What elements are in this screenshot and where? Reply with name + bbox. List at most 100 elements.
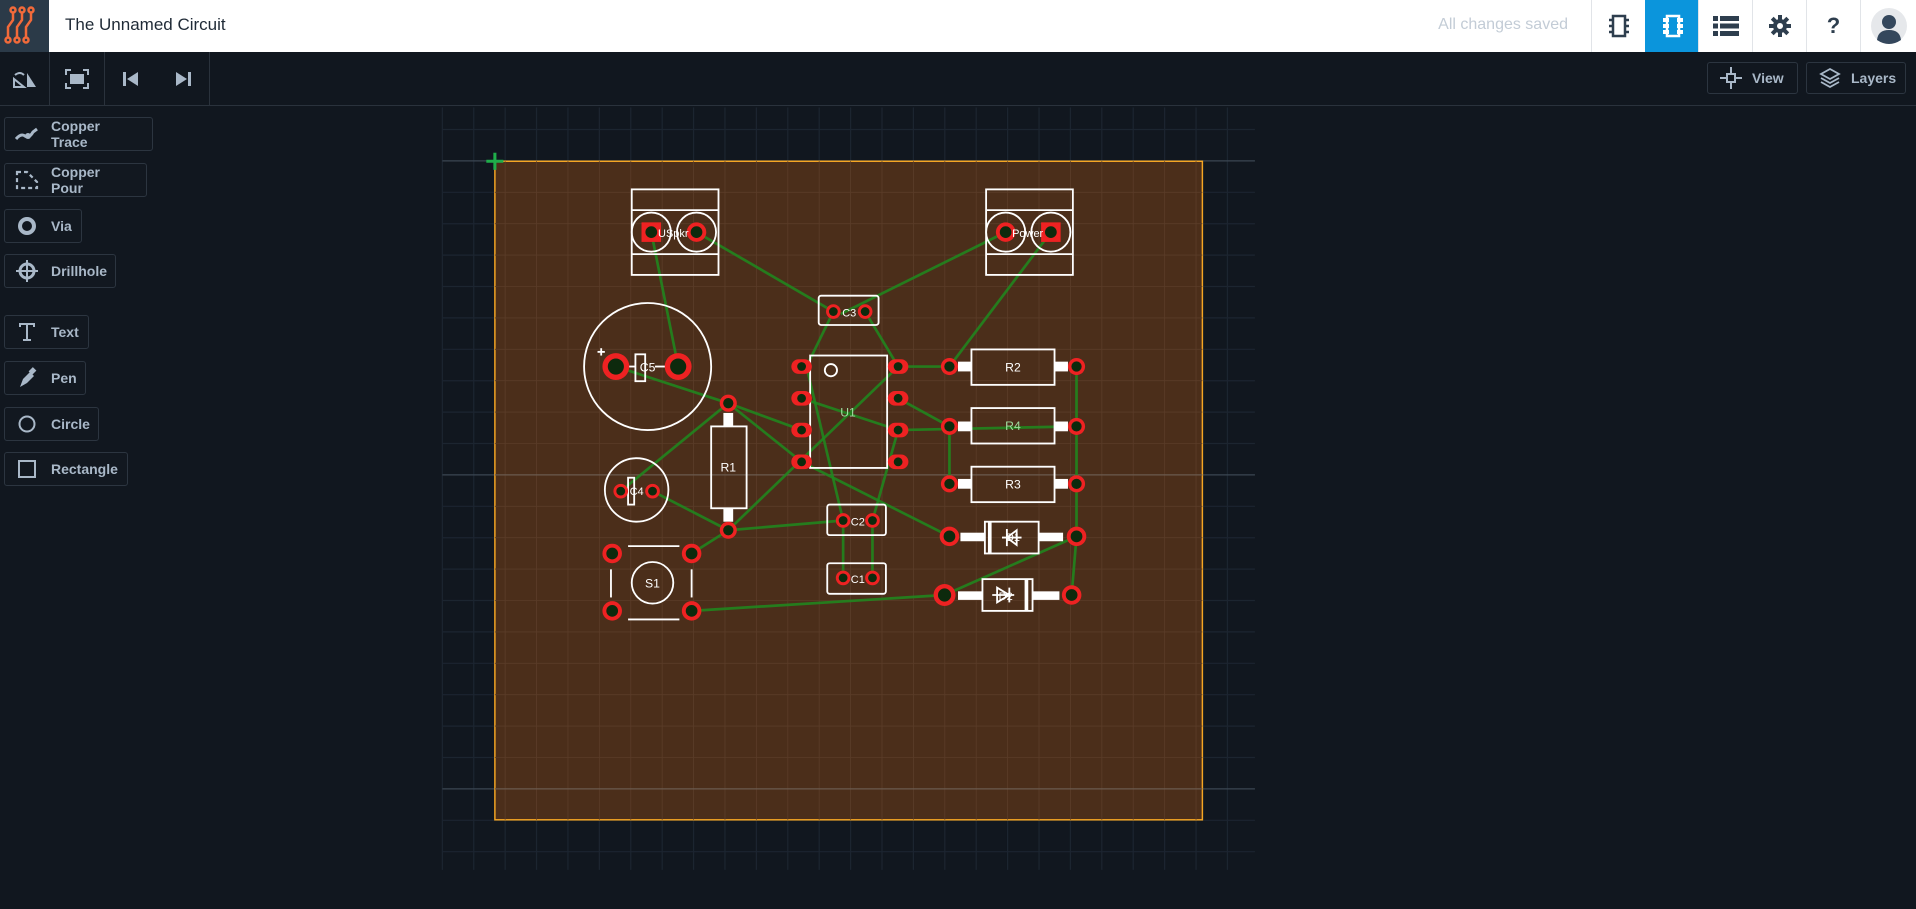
drill-hole <box>797 393 806 403</box>
flip-icon <box>12 71 36 88</box>
toolbar-divider <box>209 52 210 105</box>
app-logo[interactable] <box>0 0 49 52</box>
drill-hole <box>893 425 903 435</box>
flip-board-button[interactable] <box>0 52 49 105</box>
drill-hole <box>606 547 619 560</box>
drill-hole <box>1045 226 1057 239</box>
undo-button[interactable] <box>105 52 157 105</box>
diode-lead <box>960 532 985 542</box>
tool-circle[interactable]: Circle <box>4 407 99 441</box>
drill-hole <box>797 457 806 467</box>
pen-icon <box>20 367 37 387</box>
tool-pen[interactable]: Pen <box>4 361 86 395</box>
fit-to-screen-button[interactable] <box>50 52 104 105</box>
avatar-icon <box>1871 8 1907 44</box>
help-icon: ? <box>1826 13 1841 38</box>
drill-hole <box>944 421 955 432</box>
drill-hole <box>690 226 703 239</box>
drill-hole <box>606 605 619 617</box>
diode-lead <box>1038 532 1064 542</box>
label-r2: R2 <box>1005 360 1021 374</box>
bom-list-button[interactable] <box>1698 0 1752 52</box>
label-uspkr: USpkr <box>658 228 689 240</box>
toolbar-divider <box>104 52 105 105</box>
toolbar-divider <box>49 52 50 105</box>
tool-copper-pour[interactable]: Copper Pour <box>4 163 147 197</box>
drill-hole <box>685 605 698 617</box>
drill-hole <box>797 362 806 371</box>
tool-label: Copper Pour <box>51 164 100 196</box>
drill-hole <box>937 588 952 602</box>
resistor-lead <box>958 361 972 372</box>
circle-icon <box>18 415 36 433</box>
drill-hole <box>893 362 903 371</box>
pcb-view-button[interactable] <box>1645 0 1699 52</box>
schematic-chip-icon <box>1608 14 1629 38</box>
layers-label: Layers <box>1851 70 1897 86</box>
settings-button[interactable] <box>1752 0 1806 52</box>
project-title[interactable]: The Unnamed Circuit <box>65 15 226 35</box>
redo-button[interactable] <box>157 52 209 105</box>
tool-drillhole[interactable]: Drillhole <box>4 254 116 288</box>
drill-hole <box>1071 478 1082 489</box>
fit-screen-icon <box>65 68 89 89</box>
drill-hole <box>893 393 903 403</box>
resistor-lead <box>1054 478 1068 489</box>
circuit-logo-icon <box>4 6 35 44</box>
drill-hole <box>723 525 734 536</box>
header: The Unnamed Circuit All changes saved ? <box>0 0 1916 52</box>
resistor-lead <box>723 508 734 522</box>
schematic-view-button[interactable] <box>1591 0 1645 52</box>
drill-hole <box>797 425 806 435</box>
skip-forward-icon <box>176 71 191 86</box>
view-button[interactable]: View <box>1707 62 1798 94</box>
drillhole-icon <box>16 260 38 282</box>
layers-button[interactable]: Layers <box>1806 62 1906 94</box>
user-avatar-button[interactable] <box>1860 0 1916 52</box>
board-outline[interactable] <box>494 160 1204 821</box>
layers-icon <box>1819 67 1841 89</box>
tool-label: Drillhole <box>51 263 108 279</box>
label-s1: S1 <box>645 577 660 591</box>
tool-text[interactable]: Text <box>4 315 89 349</box>
drill-hole <box>838 573 848 583</box>
drill-hole <box>943 530 956 543</box>
pcb-board-icon <box>1662 14 1683 38</box>
drill-hole <box>868 573 877 583</box>
diode-lead <box>1032 591 1060 600</box>
tool-label: Rectangle <box>51 461 118 477</box>
drill-hole <box>838 516 848 525</box>
tool-via[interactable]: Via <box>4 209 82 243</box>
list-icon <box>1712 16 1739 36</box>
tool-copper-trace[interactable]: Copper Trace <box>4 117 153 151</box>
rectangle-icon <box>18 460 36 478</box>
label-power: Power <box>1012 228 1043 240</box>
label-c1: C1 <box>851 574 865 586</box>
drill-hole <box>893 457 903 467</box>
drill-hole <box>828 307 838 316</box>
label-c4: C4 <box>630 486 644 498</box>
drill-hole <box>999 226 1012 239</box>
label-d1: D1 <box>1006 532 1020 544</box>
drill-hole <box>723 398 734 409</box>
tool-label: Copper Trace <box>51 118 100 150</box>
drill-hole <box>1071 361 1082 372</box>
drill-hole <box>944 478 955 489</box>
label-c2: C2 <box>851 516 865 528</box>
gear-icon <box>1768 15 1791 37</box>
crosshair-icon <box>1720 67 1742 89</box>
pcb-canvas[interactable]: USpkr Power C3 C5 U1 R2 R4 R3 R1 C4 S1 C… <box>0 0 1916 909</box>
toolbar: View Layers <box>0 52 1916 106</box>
drill-hole <box>1065 589 1078 601</box>
save-status: All changes saved <box>1438 16 1568 33</box>
drill-hole <box>944 361 955 372</box>
text-icon <box>19 323 35 341</box>
label-c3: C3 <box>842 307 856 319</box>
copper-pour-icon <box>15 170 39 190</box>
help-button[interactable]: ? <box>1806 0 1860 52</box>
tool-label: Circle <box>51 416 90 432</box>
tool-rectangle[interactable]: Rectangle <box>4 452 128 486</box>
view-label: View <box>1752 70 1784 86</box>
drill-hole <box>616 486 626 496</box>
via-icon <box>18 217 36 235</box>
